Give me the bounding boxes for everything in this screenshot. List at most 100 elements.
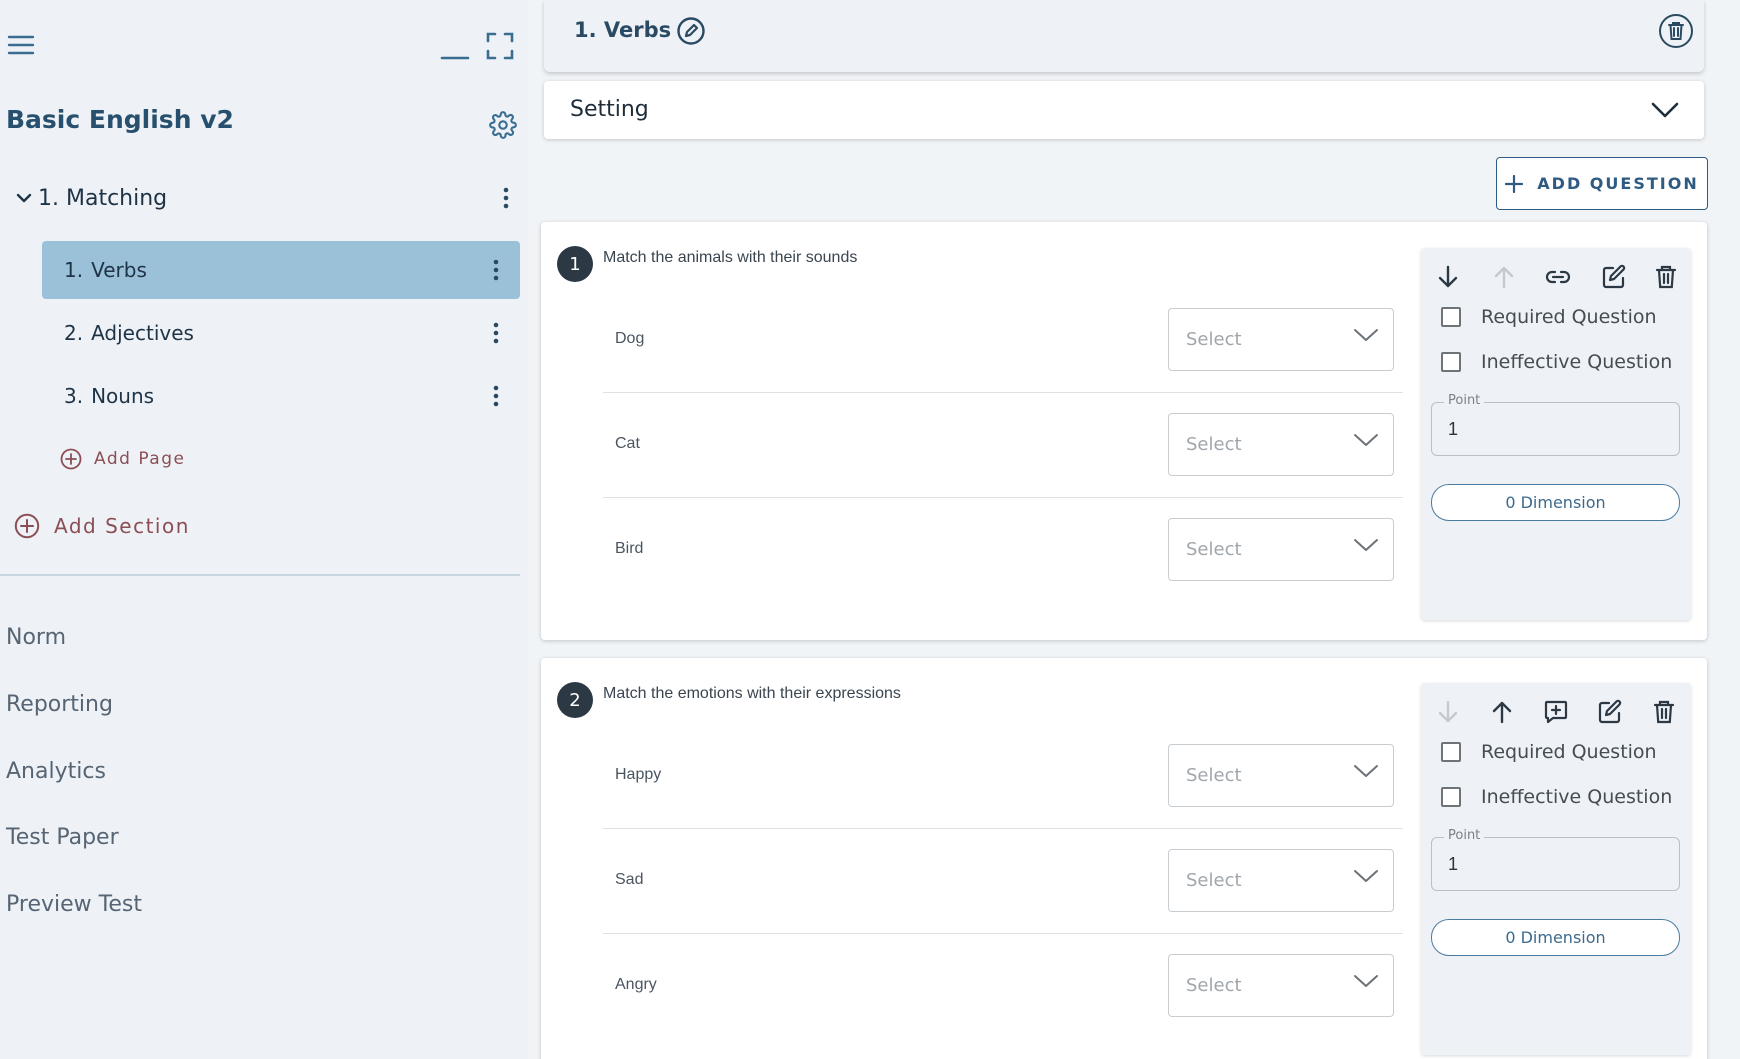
- page-label: Verbs: [91, 258, 147, 282]
- link-icon[interactable]: [1541, 260, 1575, 294]
- match-item-label: Dog: [615, 330, 645, 347]
- question-card: 2 Match the emotions with their expressi…: [541, 658, 1707, 1059]
- answer-select[interactable]: Select: [1168, 954, 1394, 1017]
- edit-title-icon[interactable]: [674, 14, 708, 48]
- select-placeholder: Select: [1186, 975, 1242, 996]
- answer-select[interactable]: Select: [1168, 308, 1394, 371]
- move-up-icon[interactable]: [1485, 695, 1519, 729]
- question-settings-panel: Required Question Ineffective Question P…: [1421, 248, 1691, 620]
- chevron-down-icon: [1353, 327, 1379, 348]
- section-matching[interactable]: 1. Matching: [16, 180, 526, 216]
- add-section-button[interactable]: Add Section: [14, 513, 190, 539]
- answer-select[interactable]: Select: [1168, 849, 1394, 912]
- page-item-nouns[interactable]: 3. Nouns: [42, 367, 520, 425]
- edit-question-icon[interactable]: [1597, 260, 1631, 294]
- section-label: 1. Matching: [38, 185, 168, 211]
- ineffective-checkbox[interactable]: [1441, 352, 1461, 372]
- add-question-label: ADD QUESTION: [1537, 174, 1699, 193]
- answer-select[interactable]: Select: [1168, 413, 1394, 476]
- point-input[interactable]: Point 1: [1431, 393, 1680, 456]
- required-question-option[interactable]: Required Question: [1441, 306, 1657, 328]
- course-title: Basic English v2: [6, 105, 234, 134]
- point-label: Point: [1444, 393, 1485, 408]
- question-title: Match the emotions with their expression…: [603, 685, 901, 702]
- select-placeholder: Select: [1186, 434, 1242, 455]
- add-comment-icon[interactable]: [1539, 695, 1573, 729]
- ineffective-label: Ineffective Question: [1481, 786, 1673, 808]
- page-more-icon[interactable]: [486, 382, 506, 410]
- chevron-down-icon: [1353, 763, 1379, 784]
- select-placeholder: Select: [1186, 870, 1242, 891]
- row-divider: [603, 497, 1403, 498]
- chevron-down-icon[interactable]: [1648, 95, 1682, 125]
- ineffective-label: Ineffective Question: [1481, 351, 1673, 373]
- point-value: 1: [1448, 854, 1459, 874]
- chevron-down-icon[interactable]: [16, 192, 32, 204]
- move-down-icon[interactable]: [1431, 260, 1465, 294]
- required-checkbox[interactable]: [1441, 742, 1461, 762]
- add-question-button[interactable]: ADD QUESTION: [1496, 157, 1708, 210]
- ineffective-question-option[interactable]: Ineffective Question: [1441, 786, 1672, 808]
- row-divider: [603, 828, 1403, 829]
- answer-select[interactable]: Select: [1168, 518, 1394, 581]
- plus-circle-icon: [14, 513, 40, 539]
- point-input[interactable]: Point 1: [1431, 828, 1680, 891]
- question-number-badge: 1: [557, 246, 593, 282]
- delete-page-icon[interactable]: [1657, 12, 1695, 50]
- page-label: Adjectives: [91, 321, 194, 345]
- select-placeholder: Select: [1186, 539, 1242, 560]
- dimension-button[interactable]: 0 Dimension: [1431, 919, 1680, 956]
- page-item-adjectives[interactable]: 2. Adjectives: [42, 304, 520, 362]
- match-item-label: Sad: [615, 871, 644, 888]
- sidebar-divider: [0, 574, 520, 576]
- minimize-icon[interactable]: [438, 36, 472, 66]
- settings-gear-icon[interactable]: [486, 108, 520, 142]
- required-label: Required Question: [1481, 306, 1657, 328]
- chevron-down-icon: [1353, 537, 1379, 558]
- dimension-button[interactable]: 0 Dimension: [1431, 484, 1680, 521]
- nav-item-preview-test[interactable]: Preview Test: [6, 892, 142, 917]
- question-number-badge: 2: [557, 682, 593, 718]
- page-title: 1. Verbs: [574, 18, 672, 42]
- row-divider: [603, 392, 1403, 393]
- add-section-label: Add Section: [54, 514, 190, 538]
- match-item-label: Cat: [615, 435, 640, 452]
- sidebar: Basic English v2 1. Matching 1. Verbs 2.…: [0, 0, 528, 1059]
- nav-item-analytics[interactable]: Analytics: [6, 759, 106, 784]
- match-item-label: Happy: [615, 766, 662, 783]
- ineffective-question-option[interactable]: Ineffective Question: [1441, 351, 1672, 373]
- delete-question-icon[interactable]: [1649, 260, 1683, 294]
- plus-circle-icon: [60, 448, 82, 470]
- page-number: 1.: [64, 258, 84, 282]
- nav-item-test-paper[interactable]: Test Paper: [6, 825, 119, 850]
- match-item-label: Bird: [615, 540, 644, 557]
- required-question-option[interactable]: Required Question: [1441, 741, 1657, 763]
- page-label: Nouns: [91, 384, 155, 408]
- page-more-icon[interactable]: [486, 256, 506, 284]
- nav-item-norm[interactable]: Norm: [6, 625, 66, 650]
- chevron-down-icon: [1353, 432, 1379, 453]
- ineffective-checkbox[interactable]: [1441, 787, 1461, 807]
- fullscreen-icon[interactable]: [484, 30, 516, 62]
- answer-select[interactable]: Select: [1168, 744, 1394, 807]
- setting-label: Setting: [570, 97, 649, 122]
- select-placeholder: Select: [1186, 329, 1242, 350]
- add-page-button[interactable]: Add Page: [60, 448, 185, 470]
- section-more-icon[interactable]: [496, 184, 516, 212]
- page-more-icon[interactable]: [486, 319, 506, 347]
- required-checkbox[interactable]: [1441, 307, 1461, 327]
- required-label: Required Question: [1481, 741, 1657, 763]
- hamburger-menu-icon[interactable]: [4, 28, 38, 62]
- edit-question-icon[interactable]: [1593, 695, 1627, 729]
- delete-question-icon[interactable]: [1647, 695, 1681, 729]
- page-item-verbs[interactable]: 1. Verbs: [42, 241, 520, 299]
- add-page-label: Add Page: [94, 449, 186, 469]
- page-number: 2.: [64, 321, 84, 345]
- point-label: Point: [1444, 828, 1485, 843]
- nav-item-reporting[interactable]: Reporting: [6, 692, 113, 717]
- setting-accordion[interactable]: Setting: [544, 81, 1704, 139]
- select-placeholder: Select: [1186, 765, 1242, 786]
- match-item-label: Angry: [615, 976, 657, 993]
- point-value: 1: [1448, 419, 1459, 439]
- row-divider: [603, 933, 1403, 934]
